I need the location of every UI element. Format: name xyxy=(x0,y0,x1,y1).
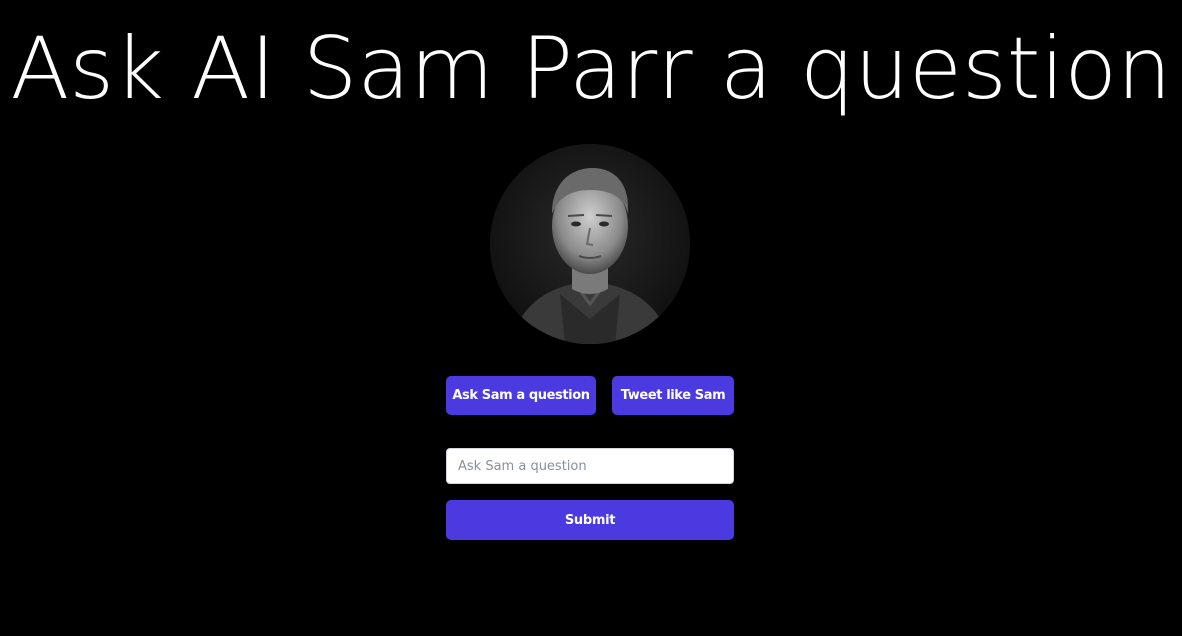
ask-question-mode-button[interactable]: Ask Sam a question xyxy=(446,376,596,415)
avatar xyxy=(490,144,690,344)
submit-button[interactable]: Submit xyxy=(446,500,734,540)
question-input[interactable] xyxy=(446,448,734,484)
page: Ask AI Sam Parr a question Ask Sam a que… xyxy=(0,0,1182,636)
page-title: Ask AI Sam Parr a question xyxy=(10,19,1172,119)
tweet-like-sam-mode-button[interactable]: Tweet like Sam xyxy=(612,376,734,415)
avatar-photo xyxy=(490,144,690,344)
